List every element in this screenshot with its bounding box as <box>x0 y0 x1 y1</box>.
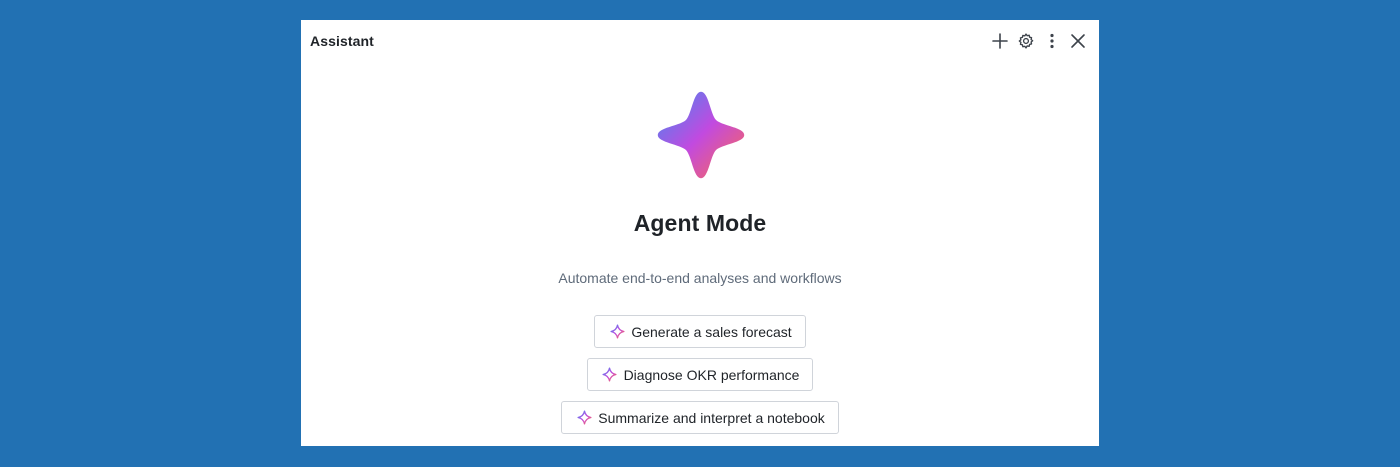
close-button[interactable] <box>1067 30 1089 52</box>
gear-icon <box>1017 32 1035 50</box>
suggestion-okr-performance-button[interactable]: Diagnose OKR performance <box>586 358 814 391</box>
close-icon <box>1069 32 1087 50</box>
sparkle-icon <box>576 410 592 426</box>
panel-toolbar <box>985 30 1089 52</box>
more-options-button[interactable] <box>1041 30 1063 52</box>
suggestion-label: Generate a sales forecast <box>631 323 792 340</box>
assistant-panel: Assistant Agent Mode Automate end-to-end… <box>301 20 1099 446</box>
panel-title: Assistant <box>310 33 374 49</box>
suggestion-label: Diagnose OKR performance <box>623 366 800 383</box>
agent-mode-title: Agent Mode <box>633 210 767 236</box>
plus-icon <box>991 32 1009 50</box>
more-vertical-icon <box>1043 32 1061 50</box>
sparkle-icon <box>602 367 618 383</box>
suggestion-sales-forecast-button[interactable]: Generate a sales forecast <box>594 315 806 348</box>
sparkle-star-icon <box>654 88 748 182</box>
suggestion-label: Summarize and interpret a notebook <box>598 409 825 426</box>
new-chat-button[interactable] <box>989 30 1011 52</box>
settings-button[interactable] <box>1015 30 1037 52</box>
agent-mode-subtitle: Automate end-to-end analyses and workflo… <box>558 270 842 286</box>
suggestion-summarize-notebook-button[interactable]: Summarize and interpret a notebook <box>561 401 839 434</box>
suggestion-list: Generate a sales forecast Diagnose OKR p… <box>301 315 1099 444</box>
sparkle-icon <box>609 324 625 340</box>
